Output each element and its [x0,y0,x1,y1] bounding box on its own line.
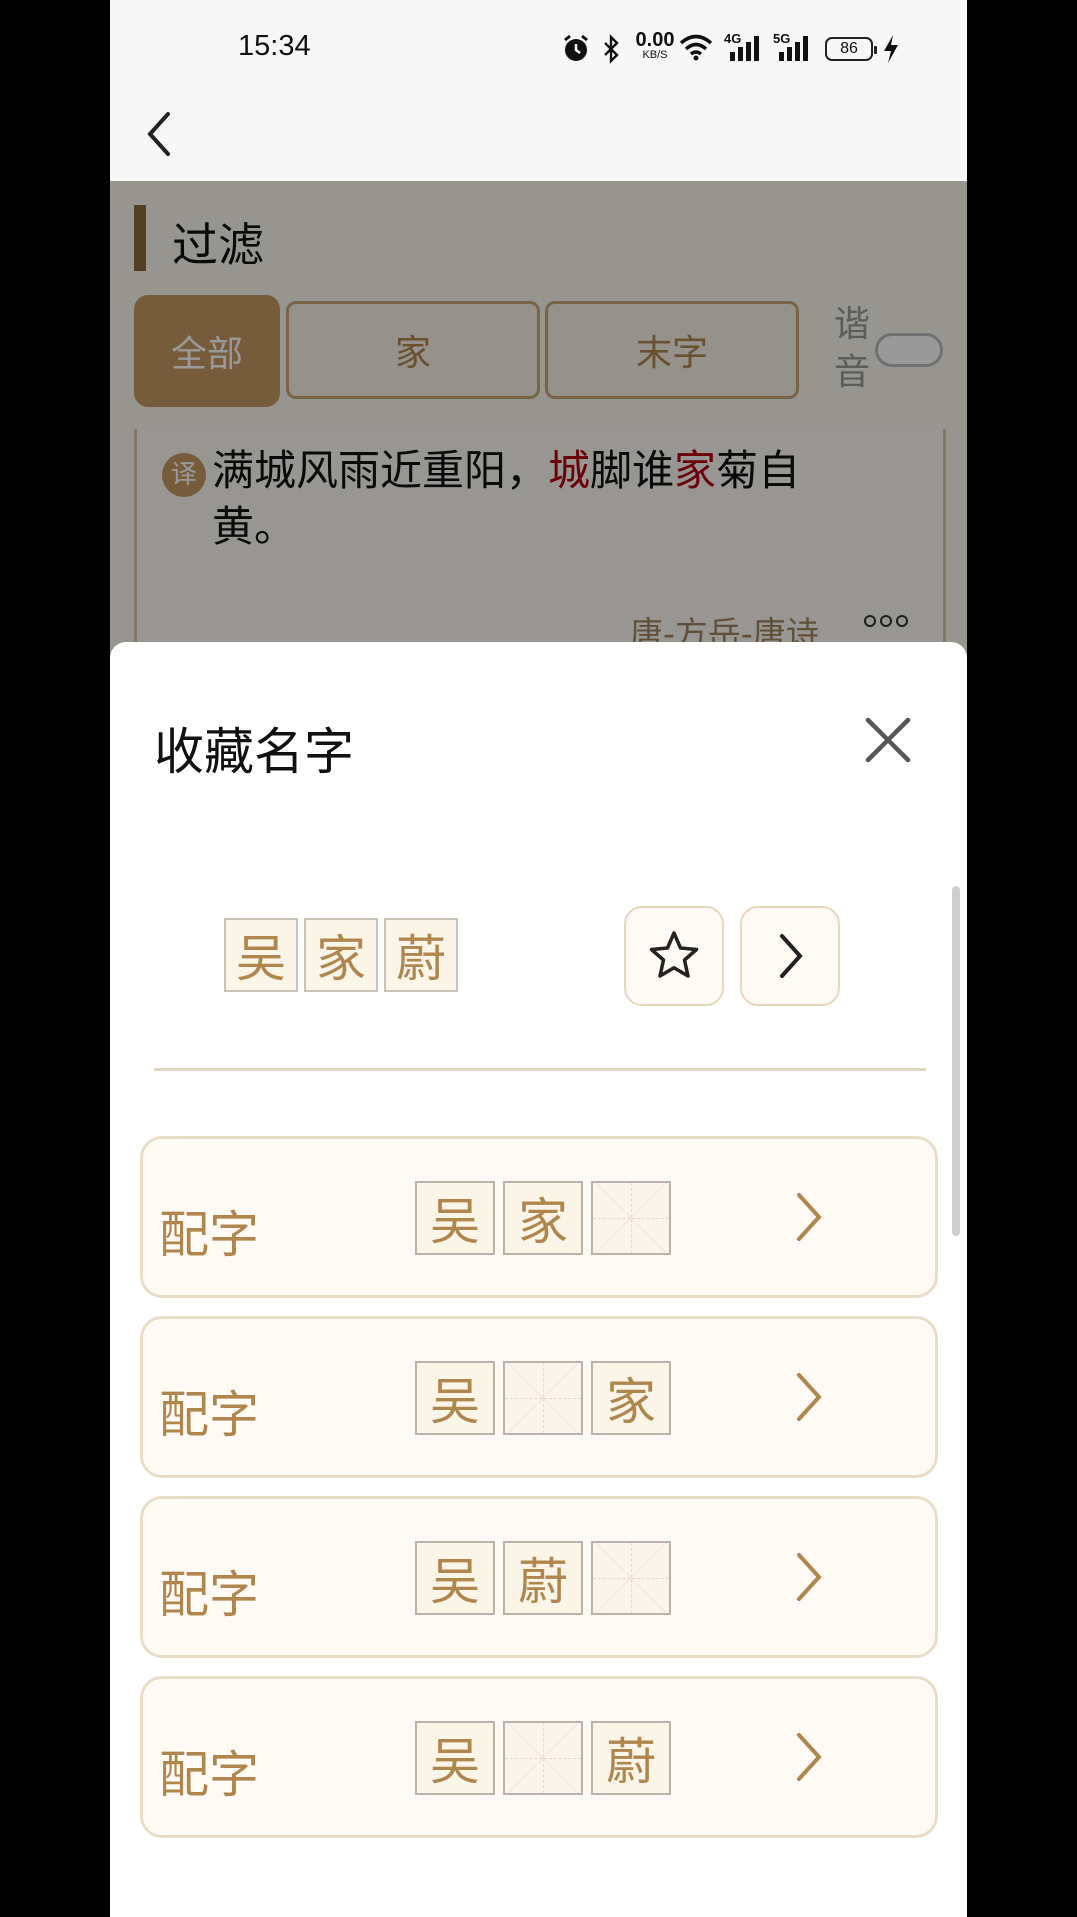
wifi-icon [679,34,713,61]
combo-char: 吴 [415,1361,495,1435]
star-icon [649,931,699,978]
close-icon[interactable] [862,714,914,766]
combo-chars: 吴 家 [415,1181,671,1255]
sheet-title: 收藏名字 [154,723,354,781]
combo-item[interactable]: 配字 吴 蔚 [140,1496,938,1658]
alarm-icon [564,34,588,61]
name-char: 蔚 [384,918,458,992]
combo-char: 吴 [415,1541,495,1615]
combo-char-empty [591,1541,671,1615]
chevron-right-icon [780,934,803,978]
favorite-button[interactable] [624,906,724,1006]
chevron-right-icon [797,1553,822,1601]
combo-label: 配字 [159,1206,259,1264]
combo-label: 配字 [159,1386,259,1444]
scrollbar[interactable] [952,886,960,1236]
combo-item[interactable]: 配字 吴 家 [140,1316,938,1478]
battery-indicator: 86 [825,37,877,61]
chevron-right-icon [797,1193,822,1241]
combo-label: 配字 [159,1746,259,1804]
name-detail-button[interactable] [740,906,840,1006]
combo-char-empty [503,1361,583,1435]
combo-char: 吴 [415,1181,495,1255]
combo-char: 吴 [415,1721,495,1795]
combo-char: 蔚 [503,1541,583,1615]
cell-signal-5g-icon [779,36,808,61]
name-char: 家 [304,918,378,992]
combo-label: 配字 [159,1566,259,1624]
combo-char: 蔚 [591,1721,671,1795]
cell-signal-icon [730,36,759,61]
charging-icon [884,35,898,63]
back-arrow-icon[interactable] [140,104,180,164]
favorite-name-sheet: 收藏名字 吴 家 蔚 配字 吴 家 配字 吴 家 配字 吴 蔚 配字 吴 蔚 [110,642,967,1917]
combo-chars: 吴 蔚 [415,1541,671,1615]
combo-char: 家 [503,1181,583,1255]
combo-item[interactable]: 配字 吴 家 [140,1136,938,1298]
combo-char: 家 [591,1361,671,1435]
bluetooth-icon [604,34,619,64]
chevron-right-icon [797,1373,822,1421]
chevron-right-icon [797,1733,822,1781]
combo-char-empty [591,1181,671,1255]
combo-chars: 吴 家 [415,1361,671,1435]
phone-screen: 15:34 0.00 KB/S 4G 5G 86 过滤 全部 家 末字 谐音 译… [110,0,967,1917]
nav-bar [110,100,967,181]
status-bar: 15:34 0.00 KB/S 4G 5G 86 [110,0,967,100]
combo-char-empty [503,1721,583,1795]
name-preview: 吴 家 蔚 [224,918,458,992]
status-time: 15:34 [238,30,311,62]
combo-item[interactable]: 配字 吴 蔚 [140,1676,938,1838]
combo-chars: 吴 蔚 [415,1721,671,1795]
network-speed: 0.00 KB/S [635,29,675,61]
divider [154,1068,926,1071]
name-char: 吴 [224,918,298,992]
